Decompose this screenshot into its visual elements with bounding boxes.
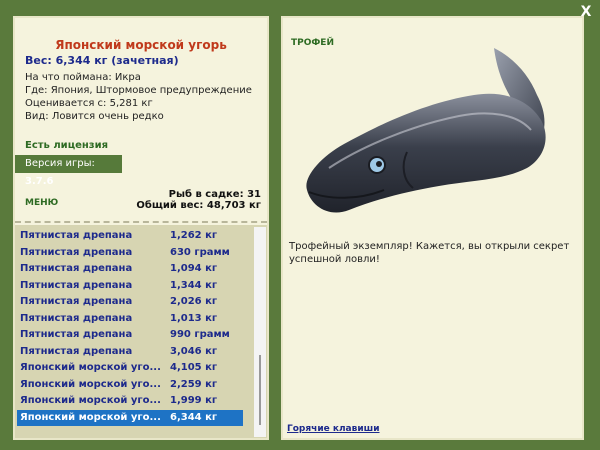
list-item[interactable]: Пятнистая дрепана 1,013 кг bbox=[17, 311, 243, 328]
list-item[interactable]: Японский морской уго... 1,999 кг bbox=[17, 393, 243, 410]
scrollbar[interactable] bbox=[254, 227, 266, 437]
scrollbar-thumb[interactable] bbox=[259, 355, 261, 425]
fish-name: Японский морской уго... bbox=[20, 411, 161, 423]
fish-name: Пятнистая дрепана bbox=[20, 279, 133, 291]
fish-info-panel: Японский морской угорь Вес: 6,344 кг (за… bbox=[13, 16, 269, 440]
fish-weight-value: 2,259 кг bbox=[170, 378, 218, 390]
fish-bait: На что поймана: Икра bbox=[25, 72, 141, 83]
fish-weight-value: 4,105 кг bbox=[170, 362, 218, 373]
fish-name: Японский морской уго... bbox=[20, 395, 161, 406]
fish-count: Рыб в садке: 31 bbox=[168, 189, 261, 200]
fish-name: Пятнистая дрепана bbox=[20, 345, 133, 357]
fish-name: Пятнистая дрепана bbox=[20, 312, 133, 324]
fish-weight: Вес: 6,344 кг (зачетная) bbox=[25, 54, 179, 67]
trophy-panel: ТРОФЕЙ Трофейный экземпляр! Кажется, вы … bbox=[281, 16, 584, 440]
fish-weight-value: 990 грамм bbox=[170, 329, 230, 340]
fish-location: Где: Япония, Штормовое предупреждение bbox=[25, 85, 252, 96]
hotkeys-link[interactable]: Горячие клавиши bbox=[287, 424, 380, 434]
fish-name: Пятнистая дрепана bbox=[20, 329, 133, 340]
fish-rarity: Вид: Ловится очень редко bbox=[25, 111, 164, 122]
fish-weight-value: 1,344 кг bbox=[170, 279, 218, 291]
eel-trophy-image bbox=[306, 48, 546, 213]
total-weight: Общий вес: 48,703 кг bbox=[136, 200, 261, 211]
list-item[interactable]: Пятнистая дрепана 2,026 кг bbox=[17, 294, 243, 311]
version-bar: Версия игры: 3.7.6 bbox=[15, 155, 122, 187]
menu-button[interactable]: МЕНЮ bbox=[25, 198, 58, 208]
trophy-text: Трофейный экземпляр! Кажется, вы открыли… bbox=[289, 241, 570, 265]
trophy-label: ТРОФЕЙ bbox=[291, 38, 334, 48]
list-item[interactable]: Японский морской уго... 2,259 кг bbox=[17, 377, 243, 394]
list-item[interactable]: Пятнистая дрепана 1,094 кг bbox=[17, 261, 243, 278]
fish-title: Японский морской угорь bbox=[55, 38, 227, 52]
fish-weight-value: 1,262 кг bbox=[170, 230, 218, 241]
list-item[interactable]: Пятнистая дрепана 1,262 кг bbox=[17, 228, 243, 245]
fish-name: Пятнистая дрепана bbox=[20, 246, 133, 258]
catch-list: Пятнистая дрепана 1,262 кг Пятнистая дрепа… bbox=[15, 225, 267, 438]
license-status: Есть лицензия bbox=[25, 140, 109, 151]
fish-name: Пятнистая дрепана bbox=[20, 263, 133, 274]
fish-name: Японский морской уго... bbox=[20, 378, 161, 390]
fish-name: Пятнистая дрепана bbox=[20, 296, 133, 307]
fish-weight-value: 2,026 кг bbox=[170, 296, 218, 307]
fish-weight-value: 3,046 кг bbox=[170, 345, 218, 357]
fish-weight-value: 6,344 кг bbox=[170, 411, 218, 423]
version-label: Версия игры: bbox=[25, 158, 95, 169]
catch-list-rows: Пятнистая дрепана 1,262 кг Пятнистая дрепа… bbox=[17, 228, 243, 426]
fish-weight-value: 1,013 кг bbox=[170, 312, 218, 324]
divider bbox=[15, 221, 267, 223]
list-item[interactable]: Пятнистая дрепана 990 грамм bbox=[17, 327, 243, 344]
fish-value: Оценивается с: 5,281 кг bbox=[25, 98, 153, 109]
list-item[interactable]: Пятнистая дрепана 1,344 кг bbox=[17, 278, 243, 295]
fish-weight-value: 630 грамм bbox=[170, 246, 230, 258]
fish-name: Пятнистая дрепана bbox=[20, 230, 133, 241]
fish-weight-value: 1,094 кг bbox=[170, 263, 218, 274]
list-item[interactable]: Японский морской уго... 4,105 кг bbox=[17, 360, 243, 377]
list-item[interactable]: Японский морской уго... 6,344 кг bbox=[17, 409, 243, 426]
version-number: 3.7.6 bbox=[25, 176, 54, 187]
fish-name: Японский морской уго... bbox=[20, 362, 161, 373]
list-item[interactable]: Пятнистая дрепана 630 грамм bbox=[17, 245, 243, 262]
fish-weight-value: 1,999 кг bbox=[170, 395, 218, 406]
list-item[interactable]: Пятнистая дрепана 3,046 кг bbox=[17, 344, 243, 361]
